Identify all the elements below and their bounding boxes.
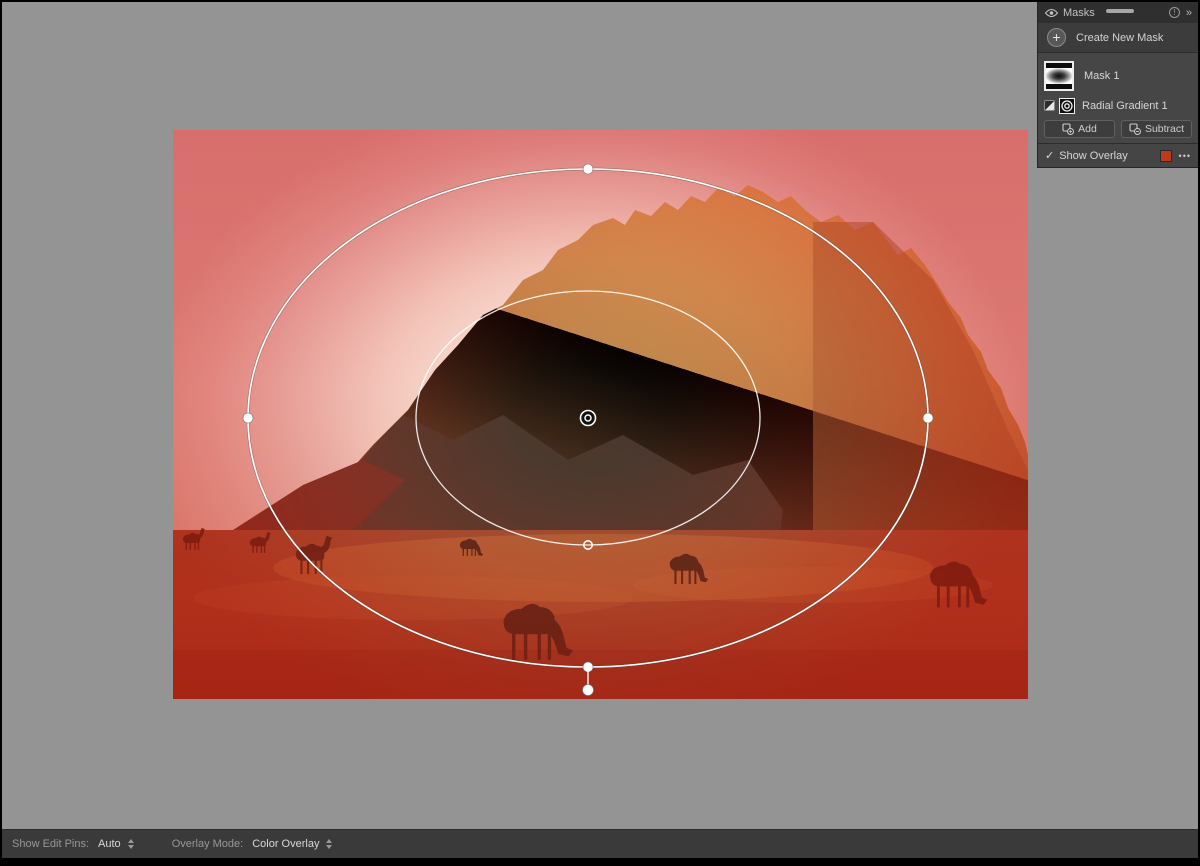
app-window: Masks ! » + Create New Mask Mask 1 [0,0,1200,866]
subtract-button-label: Subtract [1145,123,1184,135]
subtract-shape-icon [1129,123,1141,135]
stepper-icon[interactable] [326,839,332,849]
create-new-mask-button[interactable]: + Create New Mask [1038,23,1198,52]
overlay-mode-label: Overlay Mode: [172,838,244,850]
center-edit-pin[interactable] [581,411,596,426]
show-overlay-row: ✓ Show Overlay ••• [1038,144,1198,167]
subtract-button[interactable]: Subtract [1121,120,1192,138]
overlay-mode-dropdown[interactable]: Overlay Mode: Color Overlay [172,838,333,850]
rotate-handle[interactable] [583,685,594,696]
masks-panel-header[interactable]: Masks ! » [1038,2,1198,23]
show-edit-pins-label: Show Edit Pins: [12,838,89,850]
show-overlay-label[interactable]: Show Overlay [1059,150,1127,162]
photo[interactable] [173,130,1028,699]
show-edit-pins-value[interactable]: Auto [98,838,121,850]
panel-title: Masks [1063,7,1095,19]
handle-right[interactable] [923,413,933,423]
eye-icon [1045,8,1058,18]
show-overlay-checkbox[interactable]: ✓ [1045,149,1054,162]
create-new-mask-label: Create New Mask [1076,32,1163,44]
radial-gradient-icon [1059,98,1075,114]
handle-left[interactable] [243,413,253,423]
mask-group: Mask 1 Radial Gradient 1 [1038,52,1198,144]
editor-canvas: Masks ! » + Create New Mask Mask 1 [2,2,1198,829]
plus-icon: + [1047,28,1066,47]
overlay-mode-value[interactable]: Color Overlay [252,838,319,850]
stepper-icon[interactable] [128,839,134,849]
overlay-options-menu-icon[interactable]: ••• [1179,151,1191,161]
overlay-color-swatch[interactable] [1160,150,1172,162]
info-icon[interactable]: ! [1169,7,1180,18]
radial-gradient-gizmo[interactable] [173,130,1028,699]
show-edit-pins-dropdown[interactable]: Show Edit Pins: Auto [12,838,134,850]
collapse-panel-icon[interactable]: » [1186,7,1192,19]
bottom-toolbar: Show Edit Pins: Auto Overlay Mode: Color… [2,829,1198,858]
add-button-label: Add [1078,123,1097,135]
mask-name: Mask 1 [1084,70,1119,82]
drag-handle[interactable] [1106,9,1134,13]
component-mode-icon [1044,100,1055,111]
component-name: Radial Gradient 1 [1082,100,1168,112]
mask-component-item[interactable]: Radial Gradient 1 [1044,94,1192,117]
add-button[interactable]: Add [1044,120,1115,138]
mask-item[interactable]: Mask 1 [1044,57,1192,94]
masks-panel: Masks ! » + Create New Mask Mask 1 [1037,2,1198,168]
add-shape-icon [1062,123,1074,135]
handle-top[interactable] [583,164,593,174]
mask-thumbnail [1044,61,1074,91]
